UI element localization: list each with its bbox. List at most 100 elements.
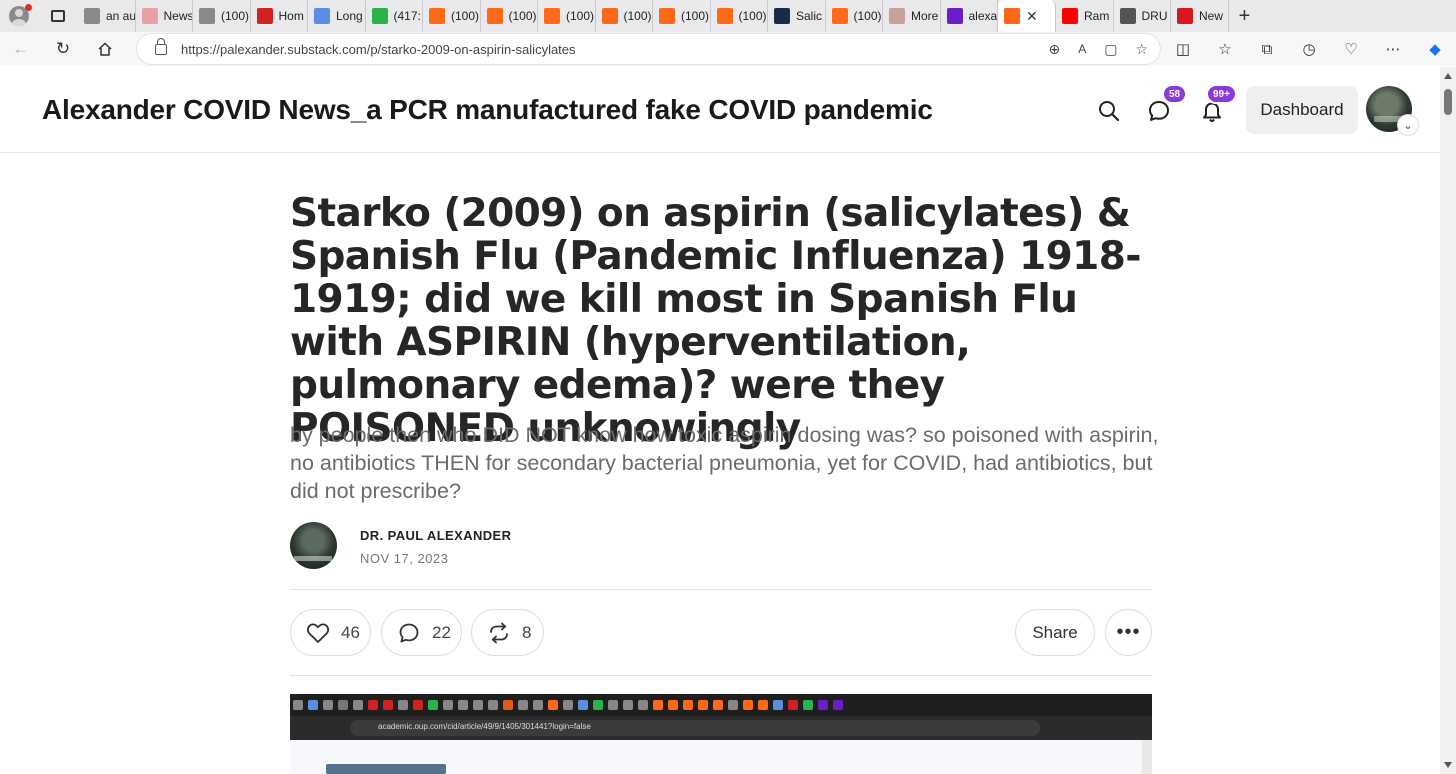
reload-icon: ↻	[55, 39, 71, 58]
embedded-tab-icon	[622, 700, 633, 710]
tab-label: an au	[106, 9, 135, 23]
like-button[interactable]: 46	[290, 609, 371, 656]
history-icon[interactable]: ◷	[1288, 32, 1330, 66]
browser-tab[interactable]: More	[883, 0, 941, 32]
embedded-tab-icon	[367, 700, 378, 710]
tab-actions-button[interactable]	[38, 0, 78, 32]
divider-top	[290, 589, 1152, 590]
browser-tab[interactable]: New	[1171, 0, 1229, 32]
site-header: Alexander COVID News_a PCR manufactured …	[0, 67, 1440, 153]
more-menu-icon[interactable]: ⋯	[1372, 32, 1414, 66]
restack-button[interactable]: 8	[471, 609, 544, 656]
scroll-up-arrow-icon[interactable]	[1444, 73, 1452, 79]
embedded-tab-icon	[457, 700, 468, 710]
browser-tab[interactable]: (100)	[826, 0, 883, 32]
comment-button[interactable]: 22	[381, 609, 462, 656]
embedded-screenshot[interactable]: academic.oup.com/cid/article/49/9/1405/3…	[290, 694, 1152, 774]
chevron-down-icon[interactable]: ⌄	[1398, 115, 1418, 135]
copilot-icon[interactable]: ◆	[1414, 32, 1456, 66]
scroll-thumb[interactable]	[1444, 89, 1452, 115]
youtube-icon	[1062, 8, 1078, 24]
favorites-icon[interactable]: ☆	[1204, 32, 1246, 66]
share-button[interactable]: Share	[1015, 609, 1095, 656]
tab-label: (100)	[681, 9, 710, 23]
embedded-tab-icon	[802, 700, 813, 710]
browser-tab[interactable]: (100)	[653, 0, 711, 32]
embedded-tab-icon	[607, 700, 618, 710]
embedded-tab-icon	[427, 700, 438, 710]
new-tab-button[interactable]: +	[1229, 0, 1261, 32]
messages-badge: 58	[1162, 84, 1188, 104]
embedded-tab-icon	[472, 700, 483, 710]
post-title: Starko (2009) on aspirin (salicylates) &…	[290, 191, 1141, 451]
browser-tab[interactable]: Ram	[1056, 0, 1114, 32]
tab-label: News	[163, 9, 193, 23]
profile-alert-dot	[25, 4, 32, 11]
embedded-tab-icon	[502, 700, 513, 710]
browser-tab-strip: an au News (100) Hom Long (417: (100) (100) (100…	[0, 0, 1456, 32]
embedded-tab-icon	[292, 700, 303, 710]
site-title[interactable]: Alexander COVID News_a PCR manufactured …	[42, 94, 933, 126]
divider-bottom	[290, 675, 1152, 676]
tab-list: an au News (100) Hom Long (417: (100) (100) (100…	[78, 0, 1261, 32]
back-button[interactable]: ←	[0, 32, 42, 66]
embedded-tab-icon	[742, 700, 753, 710]
reload-button[interactable]: ↻	[42, 32, 84, 66]
browser-tab[interactable]: Hom	[251, 0, 308, 32]
immersive-reader-icon[interactable]: ▢	[1104, 41, 1117, 58]
embedded-tab-icon	[352, 700, 363, 710]
browser-tab[interactable]: (417:	[366, 0, 423, 32]
substack-icon	[429, 8, 445, 24]
profile-button[interactable]	[0, 0, 38, 32]
close-tab-icon[interactable]: ✕	[1026, 8, 1038, 25]
performance-icon[interactable]: ♡	[1330, 32, 1372, 66]
browser-tab[interactable]: (100)	[481, 0, 538, 32]
tab-label: New	[1199, 9, 1224, 23]
embedded-tab-icon	[757, 700, 768, 710]
dashboard-button[interactable]: Dashboard	[1246, 86, 1358, 134]
url-text[interactable]: https://palexander.substack.com/p/starko…	[181, 42, 576, 57]
browser-tab[interactable]: DRU	[1114, 0, 1171, 32]
browser-tab[interactable]: (100)	[596, 0, 653, 32]
browser-tab[interactable]: Salic	[768, 0, 826, 32]
zoom-icon[interactable]: ⊕	[1048, 41, 1060, 58]
scroll-down-arrow-icon[interactable]	[1444, 762, 1452, 768]
split-screen-icon[interactable]: ◫	[1162, 32, 1204, 66]
embedded-address-row: academic.oup.com/cid/article/49/9/1405/3…	[290, 716, 1152, 740]
r-icon	[1177, 8, 1193, 24]
browser-tab[interactable]: an au	[78, 0, 136, 32]
browser-tab[interactable]: News	[136, 0, 193, 32]
address-bar[interactable]: https://palexander.substack.com/p/starko…	[137, 34, 1160, 64]
browser-tab[interactable]: (100)	[423, 0, 481, 32]
browser-tab[interactable]: (100)	[711, 0, 768, 32]
yahoo-icon	[946, 8, 963, 24]
embedded-heading-text	[326, 764, 446, 774]
embedded-tab-icon	[712, 700, 723, 710]
embedded-address-bar: academic.oup.com/cid/article/49/9/1405/3…	[350, 720, 1040, 736]
author-name[interactable]: DR. PAUL ALEXANDER	[360, 528, 511, 543]
active-browser-tab[interactable]: ✕	[998, 0, 1056, 32]
embedded-tab-icon	[817, 700, 828, 710]
read-aloud-icon[interactable]: A	[1078, 42, 1086, 56]
browser-tab[interactable]: (100)	[193, 0, 251, 32]
embedded-tab-icon	[727, 700, 738, 710]
favorite-star-icon[interactable]: ☆	[1135, 41, 1148, 58]
tab-label: Long	[336, 9, 363, 23]
embedded-tab-icon	[547, 700, 558, 710]
embedded-tab-icon	[487, 700, 498, 710]
home-button[interactable]	[84, 32, 126, 66]
more-options-button[interactable]: •••	[1105, 609, 1152, 656]
browser-tab[interactable]: (100)	[538, 0, 596, 32]
browser-tab[interactable]: Long	[308, 0, 366, 32]
post-subtitle: by people then who DID NOT know how toxi…	[290, 423, 1159, 503]
browser-tab[interactable]: alexa	[941, 0, 998, 32]
tab-label: (100)	[853, 9, 882, 23]
tab-label: (100)	[566, 9, 595, 23]
tab-label: (100)	[508, 9, 537, 23]
page-scrollbar[interactable]	[1440, 67, 1456, 774]
author-avatar[interactable]	[290, 522, 337, 569]
embedded-tab-icon	[667, 700, 678, 710]
search-button[interactable]	[1091, 93, 1127, 129]
tab-label: (100)	[221, 9, 250, 23]
collections-icon[interactable]: ⧉	[1246, 32, 1288, 66]
